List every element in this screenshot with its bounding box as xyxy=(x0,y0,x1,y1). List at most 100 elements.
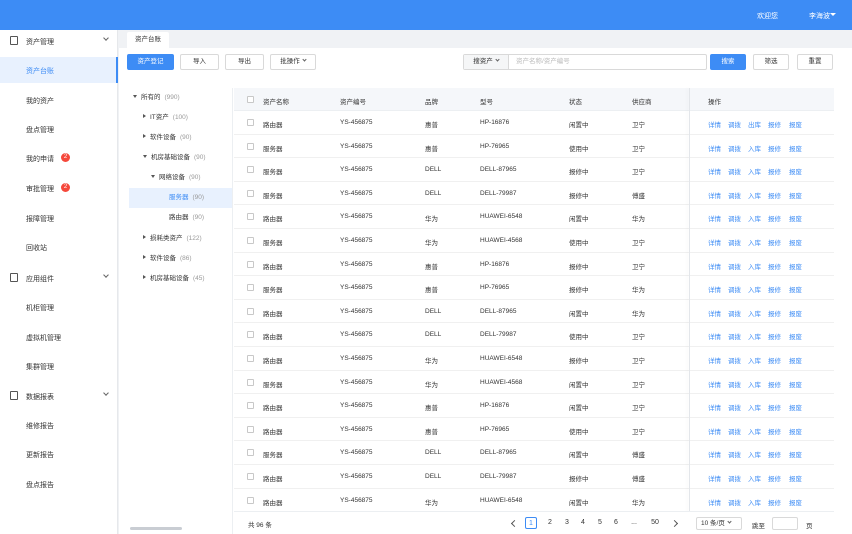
row-action-link[interactable]: 详情 xyxy=(708,143,721,153)
sidebar-item-clusters[interactable]: 集群管理 xyxy=(0,353,118,379)
table-row[interactable]: 路由器 YS-456875 惠普 HP-16876 报修中 卫宁 详情 调拨 入库 报修 报废 xyxy=(234,253,834,277)
tree-node[interactable]: 路由器 (90) xyxy=(169,208,204,228)
row-action-link[interactable]: 调拨 xyxy=(728,379,741,389)
row-action-link[interactable]: 调拨 xyxy=(728,190,741,200)
table-row[interactable]: 路由器 YS-456875 华为 HUAWEI-6548 闲置中 华为 详情 调拨 入库 报修 报废 xyxy=(234,489,834,513)
page-button-current[interactable]: 1 xyxy=(525,517,537,529)
row-action-link[interactable]: 详情 xyxy=(708,331,721,341)
nav-group-asset-management[interactable]: 资产管理 xyxy=(0,30,118,52)
column-header[interactable]: 供应商 xyxy=(632,96,652,106)
table-row[interactable]: 路由器 YS-456875 DELL DELL-87965 闲置中 华为 详情 调拨 入库 报修报… xyxy=(234,300,834,324)
row-action-link[interactable]: 报修 xyxy=(768,402,781,412)
row-action-link[interactable]: 详情 xyxy=(708,237,721,247)
page-button[interactable]: 5 xyxy=(594,517,606,529)
row-checkbox[interactable] xyxy=(247,213,254,221)
select-all-checkbox[interactable] xyxy=(247,96,254,103)
sidebar-item-my-requests[interactable]: 我的申请 2 xyxy=(0,145,118,171)
reset-button[interactable]: 重置 xyxy=(797,54,833,70)
row-action-link[interactable]: 详情 xyxy=(708,190,721,200)
row-action-link[interactable]: 详情 xyxy=(708,473,721,483)
tree-node[interactable]: IT资产 (100) xyxy=(143,108,188,128)
search-button[interactable]: 搜索 xyxy=(710,54,746,70)
page-ellipsis[interactable]: ... xyxy=(627,517,641,529)
sidebar-item-approvals[interactable]: 审批管理 2 xyxy=(0,175,118,201)
chevron-down-icon[interactable] xyxy=(830,13,836,16)
filter-button[interactable]: 筛选 xyxy=(753,54,789,70)
row-action-link[interactable]: 调拨 xyxy=(728,426,741,436)
row-action-link[interactable]: 调拨 xyxy=(728,308,741,318)
row-action-link[interactable]: 报废 xyxy=(789,379,802,389)
table-row[interactable]: 服务器 YS-456875 DELL DELL-87965 报修中 卫宁 详情 调拨 入库 报修报… xyxy=(234,158,834,182)
sidebar-item-cabinets[interactable]: 机柜管理 xyxy=(0,294,118,320)
row-action-link[interactable]: 报废 xyxy=(789,190,802,200)
row-action-link[interactable]: 入库 xyxy=(748,402,761,412)
row-action-link[interactable]: 入库 xyxy=(748,143,761,153)
table-row[interactable]: 路由器 YS-456875 惠普 HP-16876 闲置中 卫宁 详情 调拨 出库 报修 报废 xyxy=(234,111,834,135)
page-button[interactable]: 2 xyxy=(544,517,556,529)
tree-node-selected[interactable]: 服务器 (90) xyxy=(129,188,232,208)
table-row[interactable]: 路由器 YS-456875 华为 HUAWEI-6548 闲置中 华为 详情 调拨 入库 报修 报废 xyxy=(234,205,834,229)
column-header[interactable]: 资产编号 xyxy=(340,96,366,106)
sidebar-item-repair-report[interactable]: 维修报告 xyxy=(0,412,118,438)
row-action-link[interactable]: 报修 xyxy=(768,284,781,294)
row-action-link[interactable]: 报修 xyxy=(768,213,781,223)
row-action-link[interactable]: 详情 xyxy=(708,497,721,507)
row-checkbox[interactable] xyxy=(247,166,254,174)
row-action-link[interactable]: 详情 xyxy=(708,261,721,271)
row-action-link[interactable]: 调拨 xyxy=(728,355,741,365)
row-action-link[interactable]: 报修 xyxy=(768,119,781,129)
column-header[interactable]: 型号 xyxy=(480,96,493,106)
row-action-link[interactable]: 报修 xyxy=(768,237,781,247)
table-row[interactable]: 服务器 YS-456875 华为 HUAWEI-4568 使用中 卫宁 详情 调拨 入库 报修 报废 xyxy=(234,229,834,253)
row-action-link[interactable]: 报废 xyxy=(789,213,802,223)
nav-group-app-components[interactable]: 应用组件 xyxy=(0,267,118,289)
row-action-link[interactable]: 调拨 xyxy=(728,449,741,459)
row-action-link[interactable]: 报修 xyxy=(768,426,781,436)
row-action-link[interactable]: 报废 xyxy=(789,355,802,365)
row-action-link[interactable]: 报修 xyxy=(768,331,781,341)
row-action-link[interactable]: 调拨 xyxy=(728,166,741,176)
row-action-link[interactable]: 调拨 xyxy=(728,143,741,153)
bulk-actions-dropdown[interactable]: 批操作 xyxy=(270,54,316,70)
row-action-link[interactable]: 报废 xyxy=(789,237,802,247)
nav-group-data-reports[interactable]: 数据报表 xyxy=(0,385,118,407)
row-action-link[interactable]: 详情 xyxy=(708,308,721,318)
table-row[interactable]: 路由器 YS-456875 华为 HUAWEI-6548 报修中 卫宁 详情 调拨 入库 报修 报废 xyxy=(234,347,834,371)
row-action-link[interactable]: 调拨 xyxy=(728,261,741,271)
row-checkbox[interactable] xyxy=(247,307,254,315)
row-action-link[interactable]: 入库 xyxy=(748,237,761,247)
row-action-link[interactable]: 报废 xyxy=(789,449,802,459)
row-action-link[interactable]: 入库 xyxy=(748,497,761,507)
row-action-link[interactable]: 详情 xyxy=(708,426,721,436)
user-menu[interactable]: 李海波 xyxy=(809,11,830,21)
row-checkbox[interactable] xyxy=(247,402,254,410)
row-action-link[interactable]: 报修 xyxy=(768,261,781,271)
import-button[interactable]: 导入 xyxy=(180,54,219,70)
row-action-link[interactable]: 报废 xyxy=(789,119,802,129)
row-action-link[interactable]: 详情 xyxy=(708,355,721,365)
page-button[interactable]: 50 xyxy=(648,517,662,529)
search-type-select[interactable]: 搜资产 xyxy=(464,55,509,69)
row-action-link[interactable]: 报修 xyxy=(768,497,781,507)
row-action-link[interactable]: 报废 xyxy=(789,473,802,483)
horizontal-scrollbar[interactable] xyxy=(130,527,182,530)
tree-node[interactable]: 机房基础设备 (90) xyxy=(143,148,206,168)
row-action-link[interactable]: 详情 xyxy=(708,402,721,412)
row-action-link[interactable]: 入库 xyxy=(748,190,761,200)
row-action-link[interactable]: 入库 xyxy=(748,473,761,483)
sidebar-item-asset-ledger[interactable]: 资产台账 xyxy=(0,57,118,83)
search-input[interactable]: 资产名称/资产编号 xyxy=(516,55,570,69)
row-action-link[interactable]: 调拨 xyxy=(728,497,741,507)
row-action-link[interactable]: 报修 xyxy=(768,308,781,318)
next-page-icon[interactable] xyxy=(670,519,679,528)
table-row[interactable]: 服务器 YS-456875 华为 HUAWEI-4568 闲置中 卫宁 详情 调拨 入库 报修 报废 xyxy=(234,371,834,395)
row-action-link[interactable]: 入库 xyxy=(748,284,761,294)
register-asset-button[interactable]: 资产登记 xyxy=(127,54,174,70)
row-action-link[interactable]: 报修 xyxy=(768,190,781,200)
row-action-link[interactable]: 报废 xyxy=(789,331,802,341)
page-button[interactable]: 4 xyxy=(577,517,589,529)
row-action-link[interactable]: 入库 xyxy=(748,213,761,223)
row-checkbox[interactable] xyxy=(247,284,254,292)
page-button[interactable]: 3 xyxy=(561,517,573,529)
row-action-link[interactable]: 详情 xyxy=(708,119,721,129)
